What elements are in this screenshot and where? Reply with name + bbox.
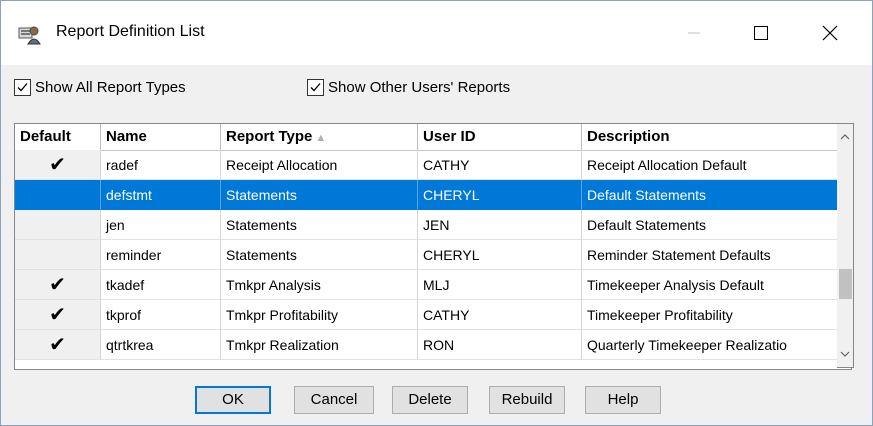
- checkmark-icon: [17, 83, 28, 92]
- cell-description: Timekeeper Analysis Default: [582, 270, 851, 300]
- cancel-button[interactable]: Cancel: [294, 386, 374, 414]
- table-row[interactable]: reminder Statements CHERYL Reminder Stat…: [15, 240, 851, 270]
- cell-name: jen: [101, 210, 221, 240]
- rebuild-button[interactable]: Rebuild: [489, 386, 565, 414]
- help-button[interactable]: Help: [585, 386, 661, 414]
- default-check-icon: ✔: [15, 300, 101, 330]
- column-header-label: Description: [587, 128, 670, 145]
- table-row[interactable]: ✔ tkprof Tmkpr Profitability CATHY Timek…: [15, 300, 851, 330]
- cell-report-type: Receipt Allocation: [221, 150, 418, 180]
- show-other-users-reports-label: Show Other Users' Reports: [328, 79, 511, 96]
- cell-name: tkadef: [101, 270, 221, 300]
- cell-user-id: CATHY: [418, 300, 582, 330]
- table-row[interactable]: ✔ radef Receipt Allocation CATHY Receipt…: [15, 150, 851, 180]
- column-header-user-id[interactable]: User ID: [418, 124, 582, 150]
- cell-description: Quarterly Timekeeper Realizatio: [582, 330, 851, 360]
- cell-description: Reminder Statement Defaults: [582, 240, 851, 270]
- cell-name: reminder: [101, 240, 221, 270]
- default-check-icon: [15, 240, 101, 270]
- column-header-label: Default: [20, 128, 71, 145]
- cell-user-id: CHERYL: [418, 180, 582, 210]
- column-header-name[interactable]: Name: [101, 124, 221, 150]
- cell-user-id: JEN: [418, 210, 582, 240]
- minimize-icon: [688, 32, 700, 34]
- window-title: Report Definition List: [56, 23, 205, 40]
- default-check-icon: ✔: [15, 330, 101, 360]
- report-definition-grid[interactable]: Default Name Report Type ▲ User ID Descri…: [14, 123, 852, 370]
- default-check-icon: [15, 180, 101, 210]
- cell-report-type: Statements: [221, 210, 418, 240]
- column-header-label: Name: [106, 128, 147, 145]
- cell-user-id: RON: [418, 330, 582, 360]
- maximize-button[interactable]: [738, 11, 784, 55]
- title-bar[interactable]: Report Definition List: [1, 1, 872, 65]
- checkbox-box[interactable]: [14, 79, 31, 96]
- column-header-default[interactable]: Default: [15, 124, 101, 150]
- table-row[interactable]: ✔ qtrtkrea Tmkpr Realization RON Quarter…: [15, 330, 851, 360]
- table-row-selected[interactable]: defstmt Statements CHERYL Default Statem…: [15, 180, 851, 210]
- cell-description: Default Statements: [582, 180, 851, 210]
- close-icon: [822, 25, 838, 41]
- scroll-up-icon[interactable]: [837, 128, 853, 146]
- column-header-description[interactable]: Description: [582, 124, 851, 150]
- column-header-report-type[interactable]: Report Type ▲: [221, 124, 418, 150]
- show-all-report-types-checkbox[interactable]: Show All Report Types: [14, 79, 186, 96]
- report-definition-dialog: Report Definition List Show All Report T…: [0, 0, 873, 426]
- cell-name: radef: [101, 150, 221, 180]
- cell-user-id: MLJ: [418, 270, 582, 300]
- vertical-scrollbar[interactable]: [837, 123, 854, 368]
- cell-user-id: CHERYL: [418, 240, 582, 270]
- ok-button[interactable]: OK: [195, 386, 271, 414]
- scroll-down-icon[interactable]: [837, 345, 853, 363]
- cell-description: Default Statements: [582, 210, 851, 240]
- cell-user-id: CATHY: [418, 150, 582, 180]
- table-row[interactable]: jen Statements JEN Default Statements: [15, 210, 851, 240]
- column-header-label: Report Type: [226, 128, 313, 145]
- show-other-users-reports-checkbox[interactable]: Show Other Users' Reports: [307, 79, 510, 96]
- cell-name: qtrtkrea: [101, 330, 221, 360]
- delete-button[interactable]: Delete: [392, 386, 468, 414]
- cell-report-type: Statements: [221, 240, 418, 270]
- cell-report-type: Tmkpr Analysis: [221, 270, 418, 300]
- show-all-report-types-label: Show All Report Types: [35, 79, 186, 96]
- cell-description: Receipt Allocation Default: [582, 150, 851, 180]
- cell-name: tkprof: [101, 300, 221, 330]
- checkmark-icon: [310, 83, 321, 92]
- default-check-icon: ✔: [15, 150, 101, 180]
- cell-report-type: Statements: [221, 180, 418, 210]
- minimize-button[interactable]: [671, 11, 717, 55]
- table-row[interactable]: ✔ tkadef Tmkpr Analysis MLJ Timekeeper A…: [15, 270, 851, 300]
- column-header-label: User ID: [423, 128, 476, 145]
- cell-report-type: Tmkpr Realization: [221, 330, 418, 360]
- maximize-icon: [754, 26, 768, 40]
- sort-ascending-icon: ▲: [315, 132, 327, 144]
- scroll-thumb[interactable]: [839, 269, 852, 299]
- default-check-icon: [15, 210, 101, 240]
- close-button[interactable]: [807, 11, 853, 55]
- checkbox-box[interactable]: [307, 79, 324, 96]
- cell-name: defstmt: [101, 180, 221, 210]
- cell-description: Timekeeper Profitability: [582, 300, 851, 330]
- grid-header: Default Name Report Type ▲ User ID Descri…: [15, 124, 851, 151]
- cell-report-type: Tmkpr Profitability: [221, 300, 418, 330]
- default-check-icon: ✔: [15, 270, 101, 300]
- report-app-icon: [17, 23, 41, 45]
